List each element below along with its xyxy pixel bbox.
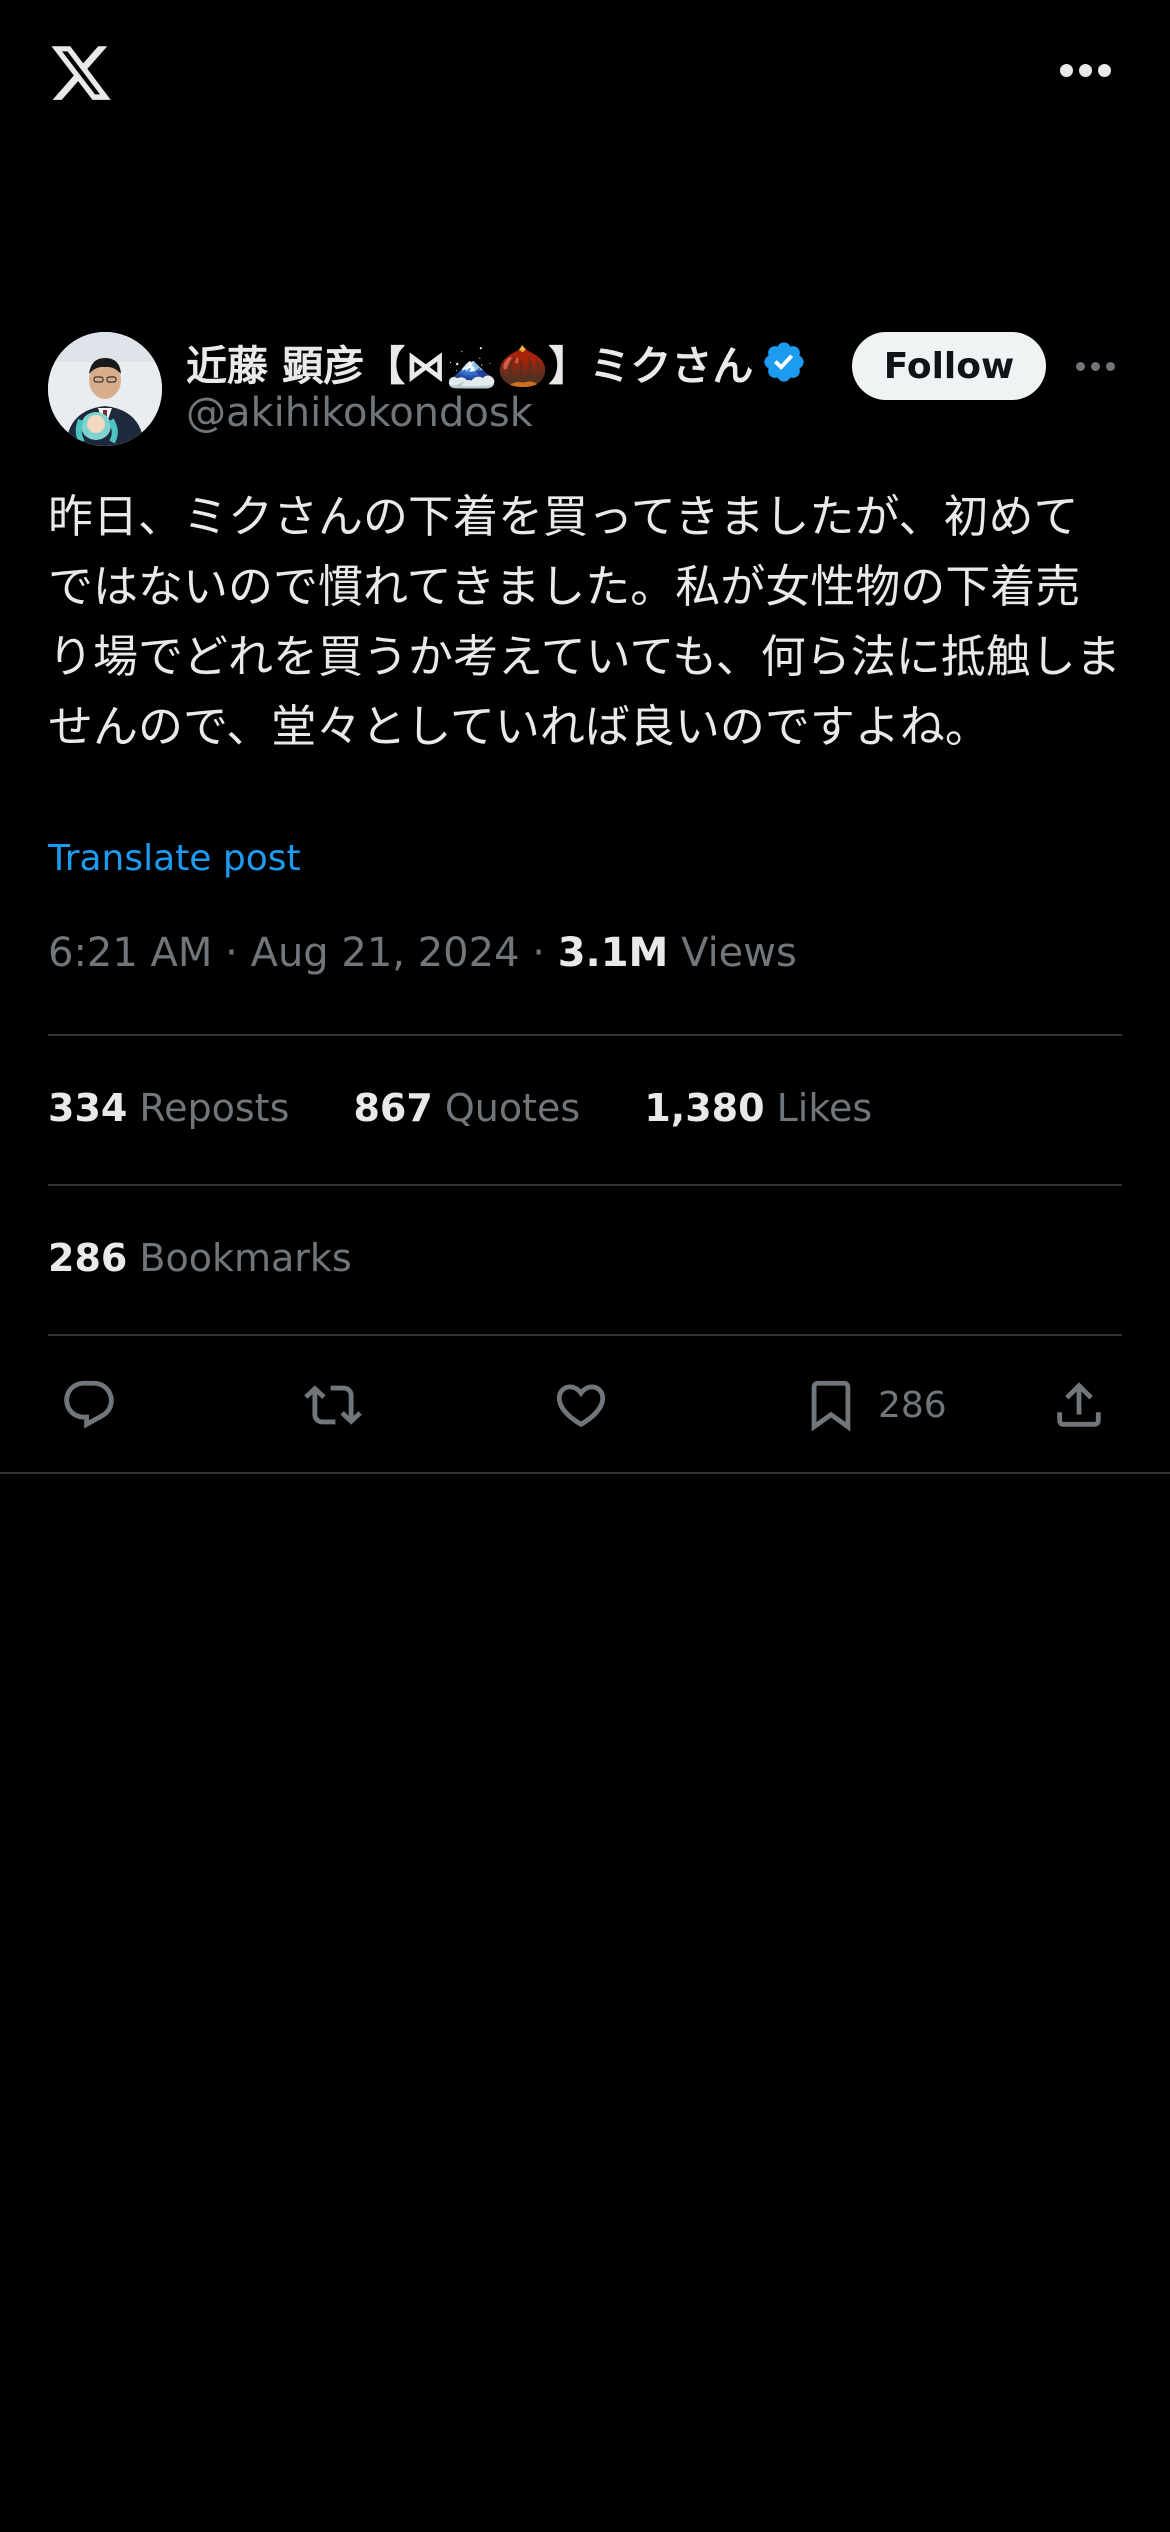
likes-stat[interactable]: 1,380 Likes bbox=[644, 1086, 872, 1130]
author-handle[interactable]: @akihikokondosk bbox=[186, 390, 533, 436]
bookmarks-stats: 286 Bookmarks bbox=[48, 1236, 404, 1280]
action-bar: 286 bbox=[48, 1370, 1122, 1440]
like-button[interactable] bbox=[552, 1370, 610, 1440]
divider bbox=[48, 1184, 1122, 1186]
reply-icon bbox=[64, 1380, 114, 1429]
follow-button[interactable]: Follow bbox=[852, 332, 1046, 400]
repost-icon bbox=[304, 1385, 362, 1425]
divider bbox=[48, 1334, 1122, 1336]
quotes-stat[interactable]: 867 Quotes bbox=[353, 1086, 580, 1130]
bookmark-icon bbox=[811, 1380, 851, 1432]
translate-post-link[interactable]: Translate post bbox=[48, 838, 301, 879]
views-label: Views bbox=[681, 930, 797, 976]
bookmark-button[interactable]: 286 bbox=[802, 1370, 947, 1440]
verified-icon bbox=[764, 342, 805, 382]
bookmark-count: 286 bbox=[878, 1384, 947, 1426]
tweet-text: 昨日、ミクさんの下着を買ってきましたが、初めてではないので慣れてきました。私が女… bbox=[48, 490, 1121, 753]
share-button[interactable] bbox=[1050, 1370, 1108, 1440]
display-name[interactable]: 近藤 顕彦【⋈🗻🌰】ミクさん bbox=[186, 332, 753, 392]
like-icon bbox=[556, 1384, 606, 1428]
divider bbox=[0, 1472, 1170, 1474]
tweet-meta: 6:21 AM · Aug 21, 2024 · 3.1M Views bbox=[48, 930, 797, 976]
bookmarks-stat[interactable]: 286 Bookmarks bbox=[48, 1236, 352, 1280]
views-count: 3.1M bbox=[557, 930, 669, 976]
reposts-stat[interactable]: 334 Reposts bbox=[48, 1086, 289, 1130]
reply-button[interactable] bbox=[60, 1370, 118, 1440]
more-icon[interactable] bbox=[1076, 362, 1116, 374]
repost-button[interactable] bbox=[304, 1370, 362, 1440]
avatar[interactable] bbox=[48, 332, 162, 446]
tweet-date[interactable]: Aug 21, 2024 bbox=[251, 930, 520, 976]
tweet-header: 近藤 顕彦【⋈🗻🌰】ミクさん @akihikokondosk Follow bbox=[48, 332, 1128, 448]
name-row: 近藤 顕彦【⋈🗻🌰】ミクさん bbox=[186, 332, 807, 392]
x-logo-icon[interactable] bbox=[48, 40, 114, 106]
top-bar bbox=[0, 0, 1170, 150]
share-icon bbox=[1057, 1382, 1101, 1427]
tweet-time[interactable]: 6:21 AM bbox=[48, 930, 212, 976]
engagement-stats: 334 Reposts 867 Quotes 1,380 Likes bbox=[48, 1086, 924, 1130]
divider bbox=[48, 1034, 1122, 1036]
more-icon[interactable] bbox=[1060, 64, 1112, 82]
